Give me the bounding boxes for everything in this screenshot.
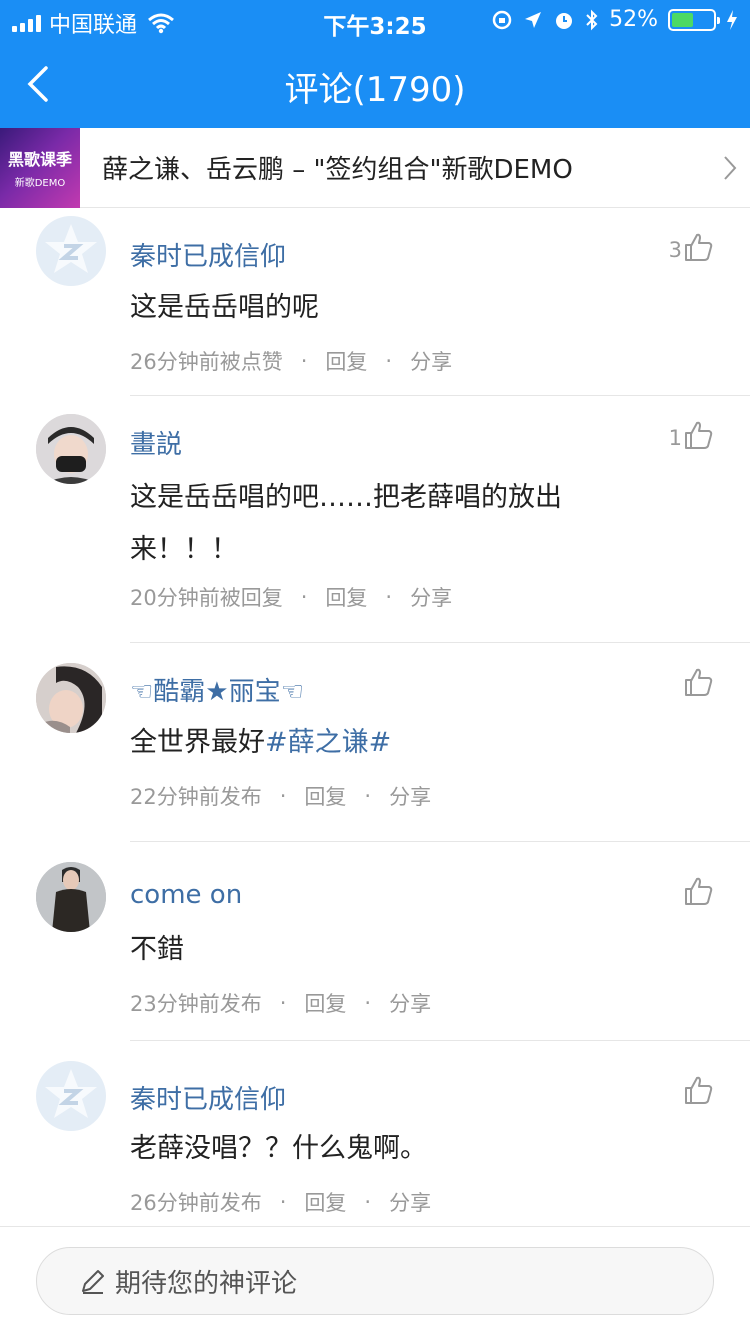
thumbs-up-icon bbox=[685, 877, 713, 905]
battery-icon bbox=[668, 8, 720, 31]
reply-button[interactable]: 回复 bbox=[304, 781, 346, 811]
separator-dot: · bbox=[364, 991, 372, 1015]
avatar[interactable] bbox=[36, 663, 106, 733]
pencil-icon bbox=[82, 1270, 104, 1294]
comment-meta: 23分钟前发布 · 回复 · 分享 bbox=[130, 988, 431, 1018]
thumbs-up-icon bbox=[685, 421, 713, 449]
comment-time: 26分钟前被点赞 bbox=[130, 350, 283, 374]
avatar[interactable] bbox=[36, 1061, 106, 1131]
comment-time: 20分钟前被回复 bbox=[130, 586, 283, 610]
avatar[interactable] bbox=[36, 862, 106, 932]
share-button[interactable]: 分享 bbox=[410, 346, 452, 376]
charging-icon bbox=[727, 9, 737, 30]
reply-button[interactable]: 回复 bbox=[325, 582, 367, 612]
status-bar: 中国联通 下午3:25 52% bbox=[0, 0, 750, 40]
comment-item: 秦时已成信仰 3 这是岳岳唱的呢 26分钟前被点赞 · 回复 · 分享 bbox=[36, 208, 750, 396]
comment-time: 26分钟前发布 bbox=[130, 1191, 262, 1215]
comment-meta: 26分钟前被点赞 · 回复 · 分享 bbox=[130, 346, 452, 376]
cover-text-1: 黑歌课季 bbox=[7, 150, 72, 169]
comment-item: 秦时已成信仰 老薛没唱？？什么鬼啊。 26分钟前发布 · 回复 · 分享 bbox=[36, 1041, 750, 1226]
comment-list: 秦时已成信仰 3 这是岳岳唱的呢 26分钟前被点赞 · 回复 · 分享 畫説 1… bbox=[0, 208, 750, 1226]
separator-dot: · bbox=[279, 784, 287, 808]
cover-text-2: 新歌DEMO bbox=[14, 178, 66, 189]
share-button[interactable]: 分享 bbox=[389, 1187, 431, 1217]
comment-time: 22分钟前发布 bbox=[130, 785, 262, 809]
share-button[interactable]: 分享 bbox=[410, 582, 452, 612]
comment-text: 这是岳岳唱的呢 bbox=[130, 292, 319, 323]
share-button[interactable]: 分享 bbox=[389, 781, 431, 811]
comment-item: ☜酷霸★丽宝☜ 全世界最好#薛之谦# 22分钟前发布 · 回复 · 分享 bbox=[36, 643, 750, 842]
status-right: 52% bbox=[491, 7, 738, 32]
reply-button[interactable]: 回复 bbox=[304, 988, 346, 1018]
reply-button[interactable]: 回复 bbox=[325, 346, 367, 376]
comment-item: 畫説 1 这是岳岳唱的吧……把老薛唱的放出来！！！ 20分钟前被回复 · 回复 … bbox=[36, 396, 750, 643]
location-icon bbox=[525, 11, 542, 28]
battery-percent: 52% bbox=[609, 7, 658, 32]
comment-text: 这是岳岳唱的吧……把老薛唱的放出来！！！ bbox=[130, 482, 562, 565]
rotation-lock-icon bbox=[492, 10, 512, 29]
avatar[interactable] bbox=[36, 414, 106, 484]
comment-text-prefix: 全世界最好 bbox=[130, 727, 265, 758]
comment-meta: 26分钟前发布 · 回复 · 分享 bbox=[130, 1187, 431, 1217]
comment-item: come on 不錯 23分钟前发布 · 回复 · 分享 bbox=[36, 842, 750, 1041]
alarm-icon bbox=[556, 12, 573, 29]
chevron-right-icon bbox=[710, 128, 750, 208]
like-button[interactable]: 3 bbox=[669, 232, 714, 262]
comment-username[interactable]: 秦时已成信仰 bbox=[130, 236, 286, 273]
comment-input-bar: 期待您的神评论 bbox=[0, 1226, 750, 1334]
separator-dot: · bbox=[279, 991, 287, 1015]
separator-dot: · bbox=[279, 1190, 287, 1214]
share-button[interactable]: 分享 bbox=[389, 988, 431, 1018]
comment-meta: 22分钟前发布 · 回复 · 分享 bbox=[130, 781, 431, 811]
comment-meta: 20分钟前被回复 · 回复 · 分享 bbox=[130, 582, 452, 612]
battery-fill bbox=[672, 12, 693, 27]
comment-username[interactable]: ☜酷霸★丽宝☜ bbox=[130, 671, 304, 708]
separator-dot: · bbox=[364, 1190, 372, 1214]
comment-text: 老薛没唱？？什么鬼啊。 bbox=[130, 1133, 427, 1164]
like-button[interactable] bbox=[682, 667, 714, 697]
page-title: 评论(1790) bbox=[284, 70, 466, 110]
comment-text: 全世界最好#薛之谦# bbox=[130, 721, 391, 765]
like-button[interactable]: 1 bbox=[669, 420, 714, 450]
separator-dot: · bbox=[300, 349, 308, 373]
song-info-bar[interactable]: 黑歌课季 新歌DEMO 薛之谦、岳云鹏 – "签约组合"新歌DEMO bbox=[0, 127, 750, 208]
thumbs-up-icon bbox=[685, 668, 713, 696]
song-cover: 黑歌课季 新歌DEMO bbox=[0, 127, 80, 208]
like-count: 1 bbox=[668, 426, 682, 450]
comment-text: 不錯 bbox=[130, 934, 184, 965]
separator-dot: · bbox=[300, 585, 308, 609]
comment-input[interactable]: 期待您的神评论 bbox=[36, 1247, 714, 1315]
nav-bar: 评论(1790) bbox=[0, 40, 750, 128]
comment-time: 23分钟前发布 bbox=[130, 992, 262, 1016]
comment-input-placeholder: 期待您的神评论 bbox=[115, 1268, 298, 1299]
comment-username[interactable]: 畫説 bbox=[130, 424, 182, 461]
hashtag-link[interactable]: #薛之谦# bbox=[265, 727, 391, 758]
thumbs-up-icon bbox=[685, 233, 713, 261]
separator-dot: · bbox=[385, 585, 393, 609]
comment-username[interactable]: come on bbox=[130, 880, 242, 910]
separator-dot: · bbox=[385, 349, 393, 373]
comment-username[interactable]: 秦时已成信仰 bbox=[130, 1079, 286, 1116]
bluetooth-icon bbox=[586, 9, 598, 30]
reply-button[interactable]: 回复 bbox=[304, 1187, 346, 1217]
thumbs-up-icon bbox=[685, 1076, 713, 1104]
like-count: 3 bbox=[668, 238, 682, 262]
like-button[interactable] bbox=[682, 876, 714, 906]
separator-dot: · bbox=[364, 784, 372, 808]
avatar[interactable] bbox=[36, 216, 106, 286]
like-button[interactable] bbox=[682, 1075, 714, 1105]
song-title: 薛之谦、岳云鹏 – "签约组合"新歌DEMO bbox=[102, 155, 573, 185]
